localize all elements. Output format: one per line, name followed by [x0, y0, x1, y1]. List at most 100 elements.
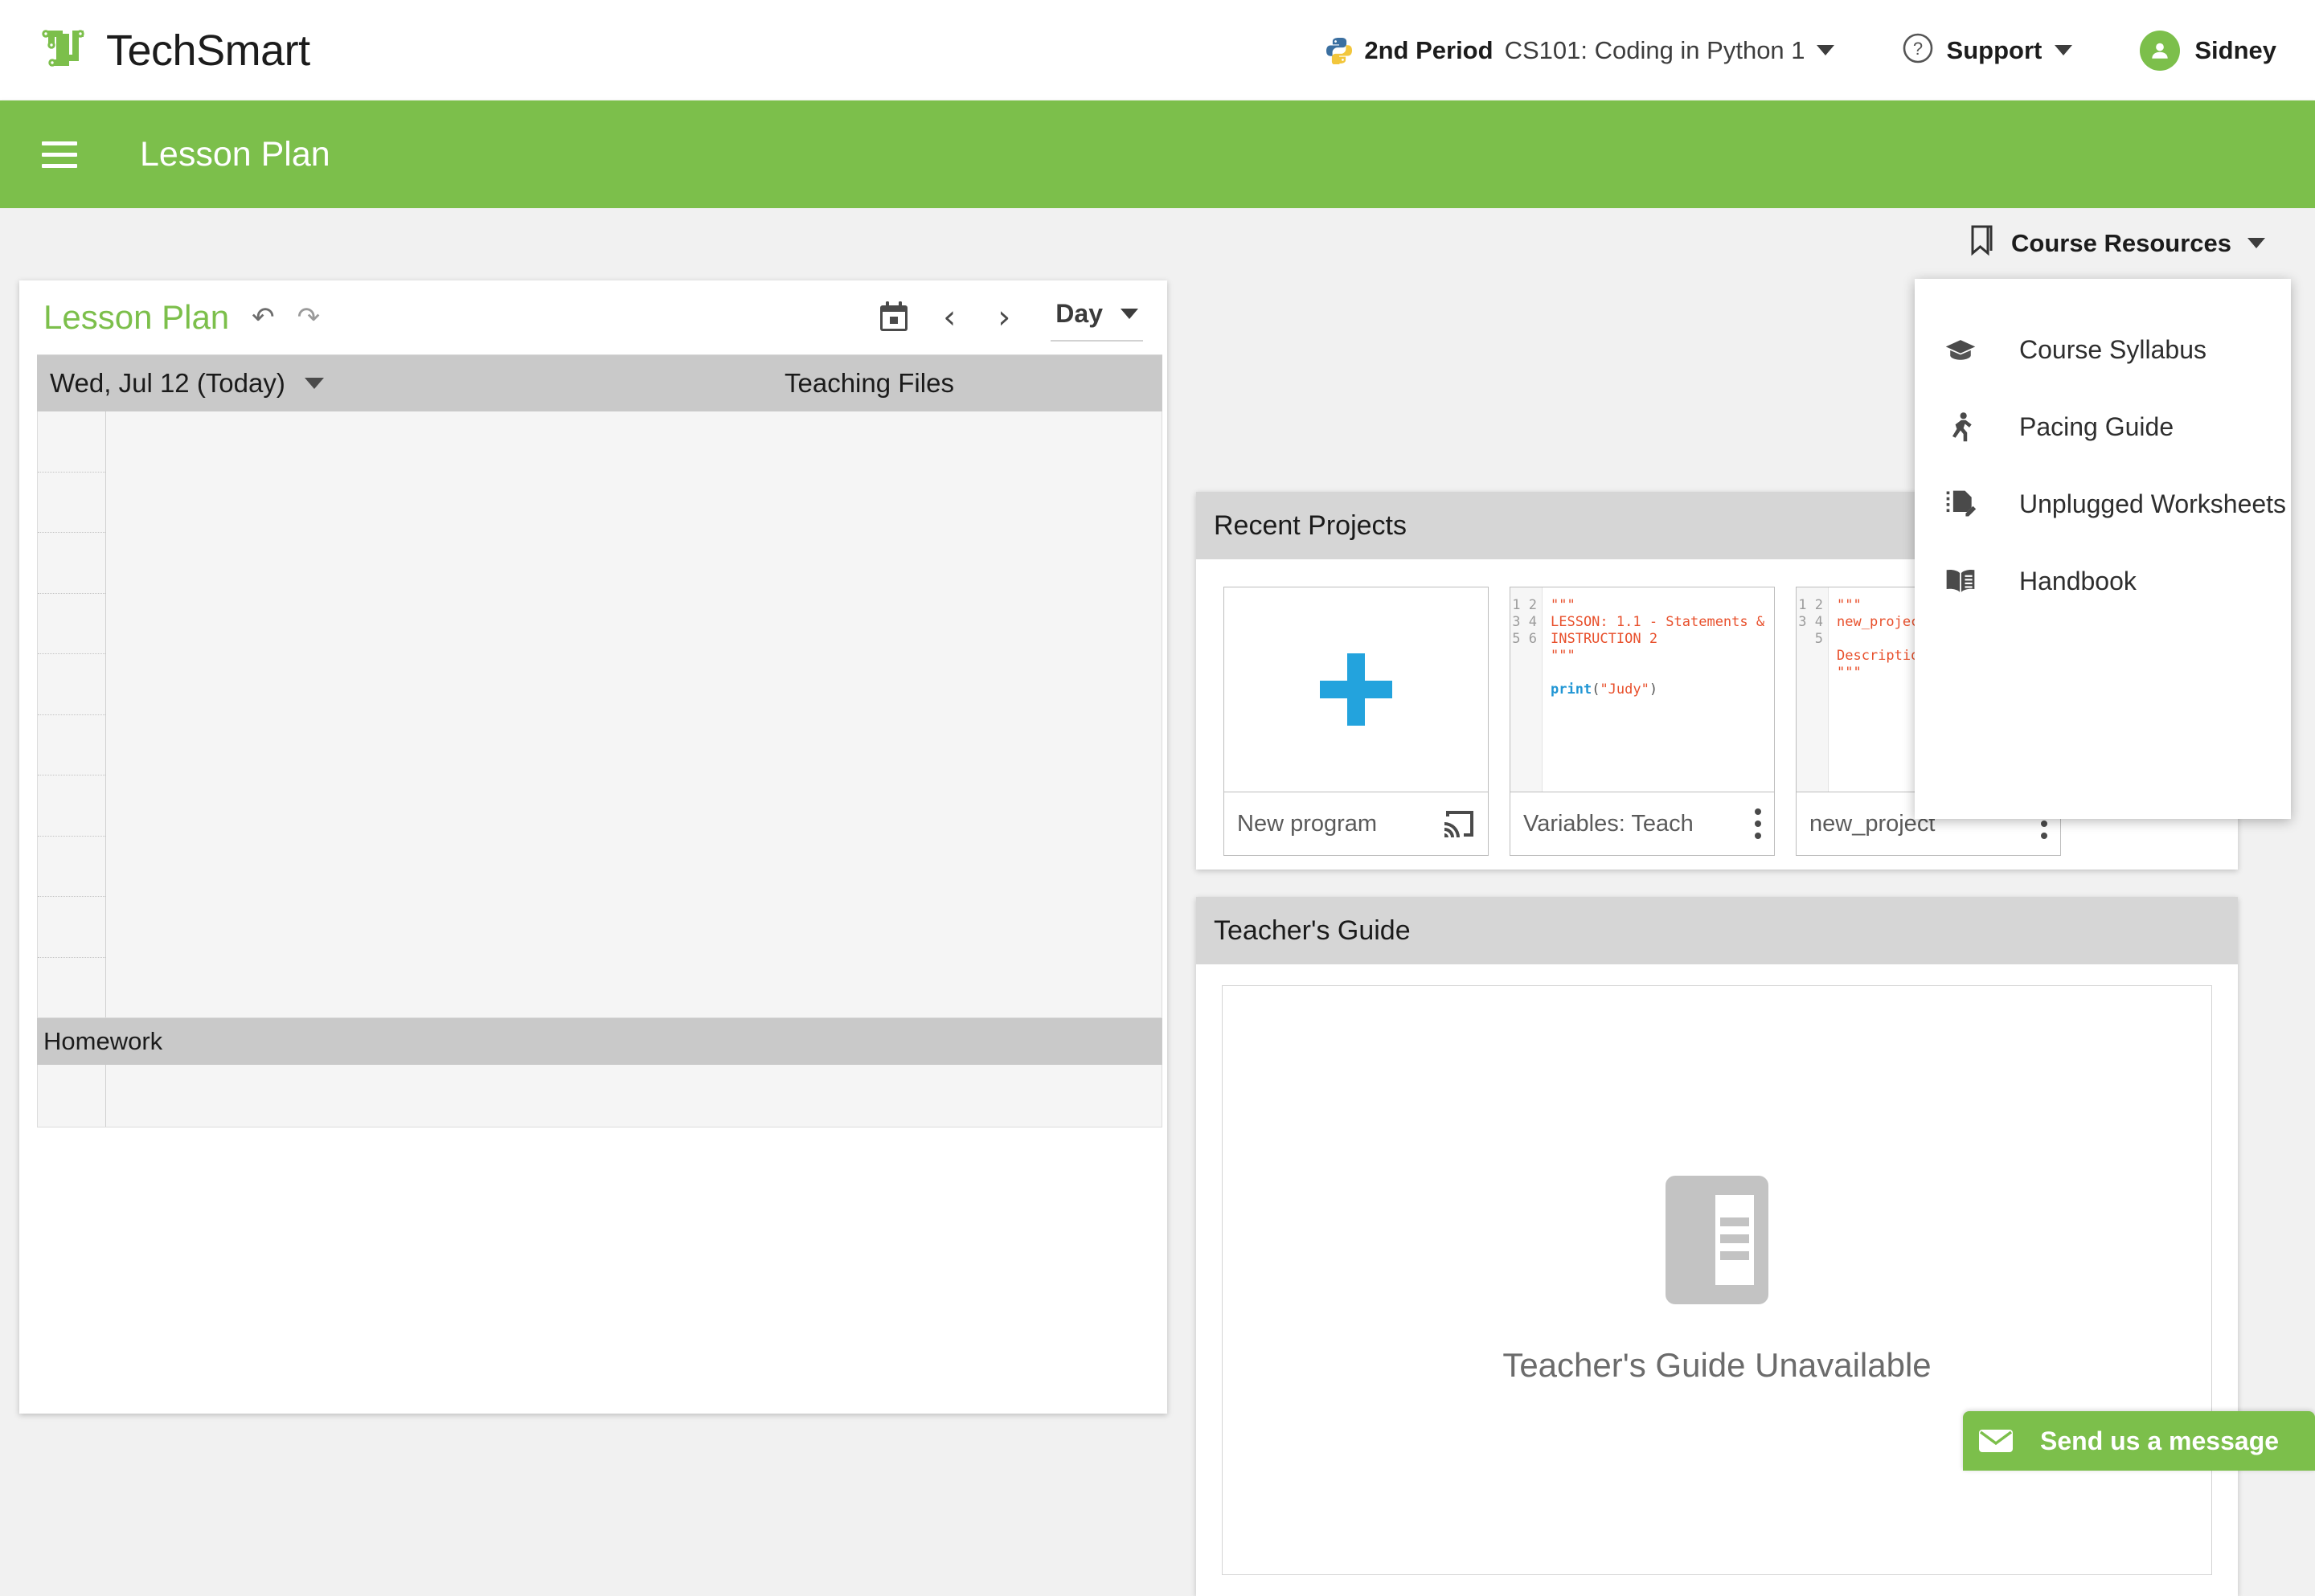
teachers-guide-title: Teacher's Guide: [1214, 915, 1411, 946]
view-mode-label: Day: [1055, 298, 1103, 328]
send-message-widget[interactable]: Send us a message: [1963, 1411, 2315, 1471]
chevron-down-icon: [1121, 308, 1138, 319]
lesson-plan-grid-header: Wed, Jul 12 (Today) Teaching Files: [37, 355, 1162, 411]
running-person-icon: [1942, 408, 1979, 445]
cast-icon[interactable]: [1443, 809, 1475, 838]
homework-row[interactable]: Homework: [37, 1018, 1162, 1065]
time-tick: [38, 533, 105, 594]
hamburger-menu-icon[interactable]: [42, 134, 77, 175]
project-card-footer: Variables: Teach: [1510, 792, 1774, 855]
homework-gutter: [38, 1065, 106, 1127]
graduation-cap-icon: [1942, 331, 1979, 368]
project-name: Variables: Teach: [1523, 810, 1694, 837]
user-name-label: Sidney: [2194, 35, 2276, 64]
course-resources-label: Course Resources: [2011, 228, 2231, 257]
support-menu-button[interactable]: ? Support: [1902, 32, 2073, 68]
redo-icon[interactable]: ↷: [297, 301, 321, 334]
homework-column[interactable]: [106, 1065, 1162, 1127]
teachers-guide-header: Teacher's Guide: [1196, 897, 2238, 964]
python-icon: [1325, 37, 1353, 65]
workspace: Course Resources Course Syllabus Pacing …: [0, 208, 2315, 1596]
teachers-guide-panel: Teacher's Guide Teacher's Guide Unavaila…: [1196, 897, 2238, 1596]
svg-text:?: ?: [1912, 39, 1922, 59]
time-tick: [38, 594, 105, 654]
date-picker[interactable]: Wed, Jul 12 (Today): [37, 368, 324, 399]
project-name: New program: [1237, 810, 1378, 837]
undo-icon[interactable]: ↶: [252, 301, 275, 334]
column-header-teaching-files: Teaching Files: [785, 368, 954, 398]
teachers-guide-empty-message: Teacher's Guide Unavailable: [1502, 1346, 1932, 1384]
document-placeholder-icon: [1666, 1176, 1768, 1304]
calendar-icon[interactable]: [866, 301, 922, 334]
time-tick: [38, 837, 105, 897]
code-line-numbers: 1 2 3 4 5: [1797, 587, 1829, 792]
lesson-plan-toolbar: Lesson Plan ↶ ↷ ‹ › Day: [19, 280, 1167, 354]
course-resources-button[interactable]: Course Resources: [1966, 224, 2265, 262]
menu-item-handbook[interactable]: Handbook: [1915, 542, 2291, 620]
support-label: Support: [1946, 35, 2043, 64]
plus-icon: [1320, 653, 1392, 726]
course-resources-dropdown: Course Syllabus Pacing Guide Unplugged W…: [1915, 279, 2291, 819]
app-bar: Lesson Plan: [0, 100, 2315, 208]
code-line-numbers: 1 2 3 4 5 6: [1510, 587, 1543, 792]
chevron-left-icon[interactable]: ‹: [922, 299, 977, 336]
lesson-plan-nav: ‹ › Day: [866, 294, 1143, 342]
brand-name: TechSmart: [106, 26, 310, 75]
more-vertical-icon[interactable]: [1755, 808, 1761, 839]
menu-item-label: Handbook: [2019, 566, 2137, 595]
top-bar: TechSmart 2nd Period CS101: Coding in Py…: [0, 0, 2315, 100]
course-selector[interactable]: 2nd Period CS101: Coding in Python 1: [1325, 36, 1834, 65]
avatar: [2140, 30, 2181, 71]
project-card[interactable]: 1 2 3 4 5 6 """ LESSON: 1.1 - Statements…: [1510, 587, 1775, 856]
lesson-plan-grid-body: Homework: [37, 411, 1162, 1402]
open-book-icon: [1942, 563, 1979, 600]
time-tick: [38, 411, 105, 473]
chevron-down-icon: [1816, 45, 1834, 55]
chevron-down-icon: [304, 378, 324, 389]
menu-item-label: Course Syllabus: [2019, 334, 2206, 364]
document-edit-icon: [1942, 485, 1979, 522]
menu-item-pacing-guide[interactable]: Pacing Guide: [1915, 388, 2291, 465]
lesson-plan-panel: Lesson Plan ↶ ↷ ‹ › Day Wed, Jul 12 (Tod…: [19, 280, 1167, 1414]
project-card-footer: New program: [1224, 792, 1488, 855]
chevron-right-icon[interactable]: ›: [977, 299, 1031, 336]
techsmart-logo-icon: [39, 26, 88, 76]
menu-item-course-syllabus[interactable]: Course Syllabus: [1915, 311, 2291, 388]
brand-logo[interactable]: TechSmart: [39, 26, 310, 76]
time-tick: [38, 473, 105, 533]
lesson-plan-grid: Wed, Jul 12 (Today) Teaching Files Homew…: [37, 354, 1162, 1402]
page-title: Lesson Plan: [140, 134, 330, 174]
new-program-thumbnail[interactable]: [1224, 587, 1488, 792]
time-tick: [38, 775, 105, 837]
menu-item-unplugged-worksheets[interactable]: Unplugged Worksheets: [1915, 465, 2291, 542]
top-bar-right: 2nd Period CS101: Coding in Python 1 ? S…: [1325, 30, 2276, 71]
send-message-label: Send us a message: [2040, 1426, 2280, 1455]
project-code-thumbnail[interactable]: 1 2 3 4 5 6 """ LESSON: 1.1 - Statements…: [1510, 587, 1774, 792]
project-card[interactable]: New program: [1223, 587, 1489, 856]
view-mode-select[interactable]: Day: [1051, 294, 1143, 342]
code-preview: """ LESSON: 1.1 - Statements & INSTRUCTI…: [1551, 597, 1765, 698]
teachers-guide-empty-state: Teacher's Guide Unavailable: [1222, 985, 2212, 1575]
time-tick: [38, 897, 105, 958]
date-label: Wed, Jul 12 (Today): [50, 368, 285, 398]
chevron-down-icon: [2055, 45, 2073, 55]
time-gutter: [38, 411, 106, 1017]
time-tick: [38, 715, 105, 775]
menu-item-label: Pacing Guide: [2019, 411, 2174, 441]
menu-item-label: Unplugged Worksheets: [2019, 489, 2287, 518]
course-name-label: CS101: Coding in Python 1: [1504, 35, 1805, 64]
bookmark-icon: [1966, 224, 1995, 262]
chevron-down-icon: [2247, 238, 2265, 248]
recent-projects-title: Recent Projects: [1214, 509, 1407, 541]
time-tick: [38, 654, 105, 715]
user-menu-button[interactable]: Sidney: [2140, 30, 2276, 71]
envelope-icon: [1963, 1428, 2029, 1454]
homework-label: Homework: [43, 1027, 163, 1055]
time-tick: [38, 958, 105, 1019]
class-period-label: 2nd Period: [1364, 35, 1493, 64]
help-circle-icon: ?: [1902, 32, 1934, 68]
homework-content-row[interactable]: [37, 1065, 1162, 1127]
lesson-plan-time-rows[interactable]: [37, 411, 1162, 1018]
teaching-files-column[interactable]: [106, 411, 1162, 1017]
lesson-plan-heading: Lesson Plan: [43, 298, 230, 336]
